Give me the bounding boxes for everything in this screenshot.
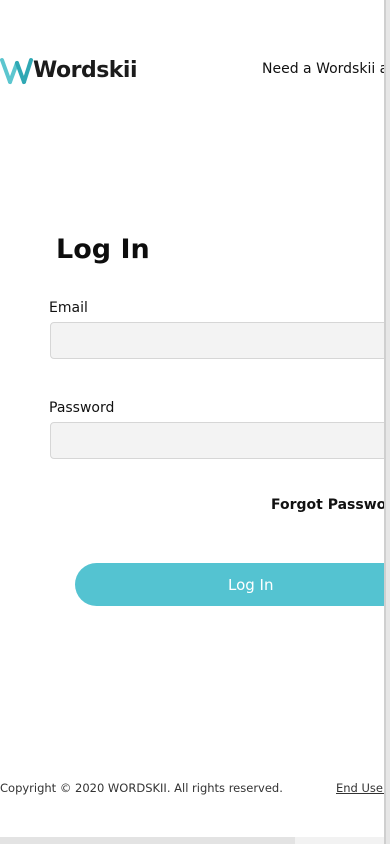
vertical-scrollbar-thumb[interactable] xyxy=(384,0,386,844)
eula-link[interactable]: End User xyxy=(336,781,388,795)
copyright-text: Copyright © 2020 WORDSKII. All rights re… xyxy=(0,781,283,795)
forgot-password-link[interactable]: Forgot Passwor xyxy=(271,497,390,513)
login-button[interactable]: Log In xyxy=(75,563,390,606)
email-field[interactable] xyxy=(50,322,390,359)
login-page: Wordskii Need a Wordskii ac Log In Email… xyxy=(0,0,390,844)
logo-text: Wordskii xyxy=(33,58,138,83)
password-label: Password xyxy=(49,400,115,416)
vertical-scrollbar[interactable] xyxy=(384,0,390,844)
horizontal-scrollbar-thumb[interactable] xyxy=(0,837,295,844)
page-title: Log In xyxy=(56,234,150,265)
need-account-link[interactable]: Need a Wordskii ac xyxy=(262,61,390,77)
wordskii-logo[interactable]: Wordskii xyxy=(0,56,138,86)
email-label: Email xyxy=(49,300,88,316)
wordskii-logo-icon xyxy=(0,58,33,84)
horizontal-scrollbar[interactable] xyxy=(0,837,384,844)
password-field[interactable] xyxy=(50,422,390,459)
